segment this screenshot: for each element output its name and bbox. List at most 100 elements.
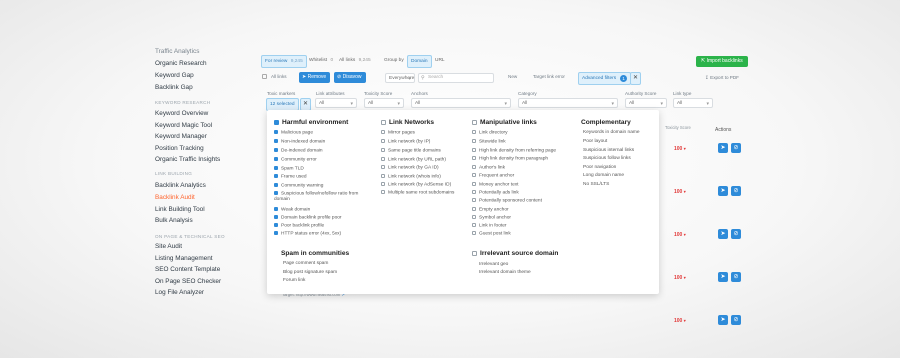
send-icon[interactable]: ➤	[718, 315, 728, 325]
option-checkbox[interactable]	[472, 165, 476, 169]
option-checkbox[interactable]	[274, 157, 278, 161]
send-icon[interactable]: ➤	[718, 272, 728, 282]
option-spam-tld[interactable]: Spam TLD	[274, 166, 304, 172]
sidebar-item-traffic-analytics[interactable]: Traffic Analytics	[155, 48, 199, 55]
sidebar-item-keyword-manager[interactable]: Keyword Manager	[155, 133, 207, 140]
option-money-anchor[interactable]: Money anchor text	[472, 182, 518, 188]
sidebar-item-keyword-overview[interactable]: Keyword Overview	[155, 110, 208, 117]
option-guest-post-link[interactable]: Guest post link	[472, 231, 511, 237]
option-checkbox[interactable]	[472, 198, 476, 202]
option-checkbox[interactable]	[274, 223, 278, 227]
send-icon[interactable]: ➤	[718, 143, 728, 153]
sidebar-item-backlink-gap[interactable]: Backlink Gap	[155, 84, 193, 91]
disavow-icon[interactable]: ⊘	[731, 229, 741, 239]
option-empty-anchor[interactable]: Empty anchor	[472, 207, 509, 213]
everywhere-select[interactable]: Everywhere ▾	[385, 73, 415, 83]
option-checkbox[interactable]	[274, 191, 278, 195]
sidebar-item-log-file-analyzer[interactable]: Log File Analyzer	[155, 289, 204, 296]
link-networks-group-checkbox[interactable]	[381, 119, 386, 125]
option-checkbox[interactable]	[472, 223, 476, 227]
harmful-environment-group[interactable]: Harmful environment	[274, 119, 348, 126]
option-domain-backlink-profile-poor[interactable]: Domain backlink profile poor	[274, 215, 342, 221]
tab-for-review[interactable]: For review 9,245	[261, 55, 307, 68]
option-mirror-pages[interactable]: Mirror pages	[381, 130, 415, 136]
send-icon[interactable]: ➤	[718, 186, 728, 196]
sidebar-item-keyword-magic-tool[interactable]: Keyword Magic Tool	[155, 122, 212, 129]
manipulative-links-group[interactable]: Manipulative links	[472, 119, 537, 126]
irrelevant-source-group[interactable]: Irrelevant source domain	[472, 250, 558, 257]
option-authors-link[interactable]: Author's link	[472, 165, 505, 171]
option-non-indexed-domain[interactable]: Non-indexed domain	[274, 139, 325, 145]
disavow-icon[interactable]: ⊘	[731, 186, 741, 196]
export-pdf-link[interactable]: ↧ Export to PDF	[705, 75, 739, 81]
option-irrelevant-domain-theme[interactable]: Irrelevant domain theme	[479, 270, 531, 276]
disavow-button[interactable]: ⊘ Disavow	[334, 72, 366, 83]
option-checkbox[interactable]	[274, 215, 278, 219]
irrelevant-group-checkbox[interactable]	[472, 250, 477, 256]
category-select[interactable]: All ▾	[518, 98, 618, 108]
option-sponsored-content[interactable]: Potentially sponsored content	[472, 198, 542, 204]
send-icon[interactable]: ➤	[718, 229, 728, 239]
sidebar-item-link-building-tool[interactable]: Link Building Tool	[155, 206, 205, 213]
option-link-directory[interactable]: Link directory	[472, 130, 508, 136]
sidebar-item-backlink-analytics[interactable]: Backlink Analytics	[155, 182, 206, 189]
option-checkbox[interactable]	[381, 130, 385, 134]
sidebar-item-position-tracking[interactable]: Position Tracking	[155, 145, 204, 152]
link-attributes-select[interactable]: All ▾	[315, 98, 357, 108]
group-by-domain[interactable]: Domain	[407, 55, 432, 68]
option-http-status-error[interactable]: HTTP status error (4xx, 5xx)	[274, 231, 341, 237]
link-networks-group[interactable]: Link Networks	[381, 119, 434, 126]
target-link-error-filter[interactable]: Target link error	[533, 74, 565, 79]
option-checkbox[interactable]	[274, 139, 278, 143]
advanced-filters-button[interactable]: Advanced filters 1	[578, 72, 632, 85]
option-sitewide-link[interactable]: Sitewide link	[472, 139, 506, 145]
option-same-page-title[interactable]: Same page title domains	[381, 148, 441, 154]
option-checkbox[interactable]	[472, 215, 476, 219]
new-filter[interactable]: New	[508, 74, 517, 79]
import-backlinks-button[interactable]: ⇱ Import backlinks	[696, 56, 748, 67]
select-all-checkbox[interactable]	[262, 74, 267, 79]
tab-all-links[interactable]: All links 9,245	[336, 55, 374, 66]
option-checkbox[interactable]	[381, 139, 385, 143]
option-checkbox[interactable]	[472, 139, 476, 143]
disavow-icon[interactable]: ⊘	[731, 315, 741, 325]
option-checkbox[interactable]	[381, 190, 385, 194]
option-frame-used[interactable]: Frame used	[274, 174, 307, 180]
authority-score-select[interactable]: All ▾	[625, 98, 667, 108]
option-checkbox[interactable]	[274, 183, 278, 187]
option-checkbox[interactable]	[472, 130, 476, 134]
option-frequent-anchor[interactable]: Frequent anchor	[472, 173, 514, 179]
harmful-group-checkbox[interactable]	[274, 119, 279, 125]
option-checkbox[interactable]	[381, 157, 385, 161]
option-community-warning[interactable]: Community warning	[274, 183, 323, 189]
manipulative-group-checkbox[interactable]	[472, 119, 477, 125]
clear-advanced-filters-icon[interactable]: ✕	[630, 72, 641, 85]
option-link-network-adsense[interactable]: Link network (by AdSense ID)	[381, 182, 451, 188]
option-checkbox[interactable]	[472, 231, 476, 235]
tab-whitelist[interactable]: Whitelist 0	[306, 55, 336, 66]
option-link-network-ip[interactable]: Link network (by IP)	[381, 139, 430, 145]
option-link-in-footer[interactable]: Link in footer	[472, 223, 506, 229]
option-potentially-ads[interactable]: Potentially ads link	[472, 190, 519, 196]
anchors-select[interactable]: All ▾	[411, 98, 511, 108]
sidebar-item-site-audit[interactable]: Site Audit	[155, 243, 182, 250]
option-checkbox[interactable]	[472, 190, 476, 194]
search-input[interactable]: ⚲ Search	[418, 73, 494, 83]
option-community-error[interactable]: Community error	[274, 157, 317, 163]
option-malicious-page[interactable]: Malicious page	[274, 130, 313, 136]
link-type-select[interactable]: All ▾	[673, 98, 713, 108]
disavow-icon[interactable]: ⊘	[731, 143, 741, 153]
option-checkbox[interactable]	[472, 148, 476, 152]
option-checkbox[interactable]	[472, 182, 476, 186]
option-checkbox[interactable]	[274, 166, 278, 170]
option-checkbox[interactable]	[274, 148, 278, 152]
option-checkbox[interactable]	[472, 173, 476, 177]
sidebar-item-seo-content-template[interactable]: SEO Content Template	[155, 266, 220, 273]
toxicity-score-select[interactable]: All ▾	[364, 98, 404, 108]
sidebar-item-listing-management[interactable]: Listing Management	[155, 255, 213, 262]
option-checkbox[interactable]	[381, 182, 385, 186]
option-de-indexed-domain[interactable]: De-indexed domain	[274, 148, 323, 154]
option-checkbox[interactable]	[381, 148, 385, 152]
disavow-icon[interactable]: ⊘	[731, 272, 741, 282]
option-link-network-whois[interactable]: Link network (whois info)	[381, 174, 441, 180]
